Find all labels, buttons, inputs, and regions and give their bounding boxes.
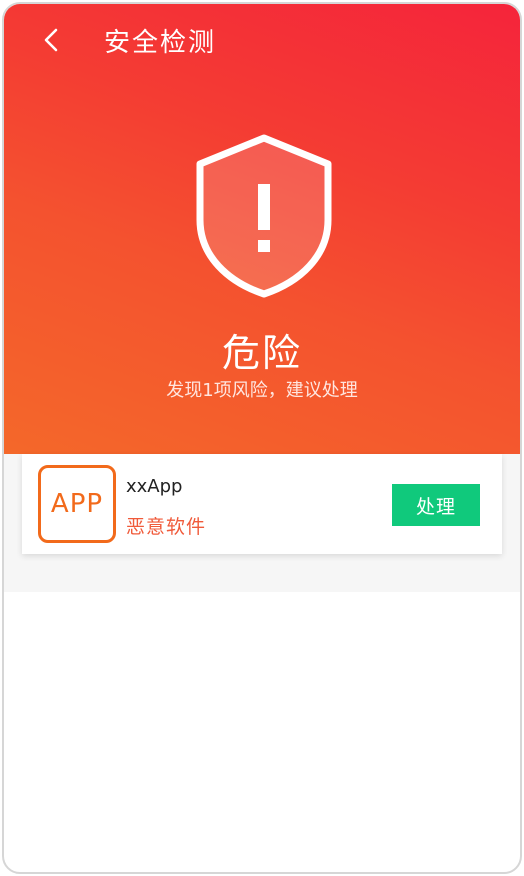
nav-bar: 安全检测 xyxy=(4,4,520,76)
shield-alert-icon xyxy=(192,132,336,300)
status-title: 危险 xyxy=(221,331,302,375)
status-subtitle: 发现1项风险，建议处理 xyxy=(166,380,358,401)
app-icon: APP xyxy=(38,465,116,543)
handle-button[interactable]: 处理 xyxy=(392,484,480,526)
risk-category: 恶意软件 xyxy=(126,516,207,538)
back-button[interactable] xyxy=(34,20,70,60)
risk-list-item: APP xxApp 恶意软件 处理 xyxy=(22,454,502,554)
chevron-left-icon xyxy=(44,28,58,52)
app-name: xxApp xyxy=(126,476,183,497)
page-title: 安全检测 xyxy=(104,28,217,58)
phone-screen: 安全检测 危险 发现1项风险，建议处理 APP xxApp 恶意软件 处理 xyxy=(2,2,522,874)
